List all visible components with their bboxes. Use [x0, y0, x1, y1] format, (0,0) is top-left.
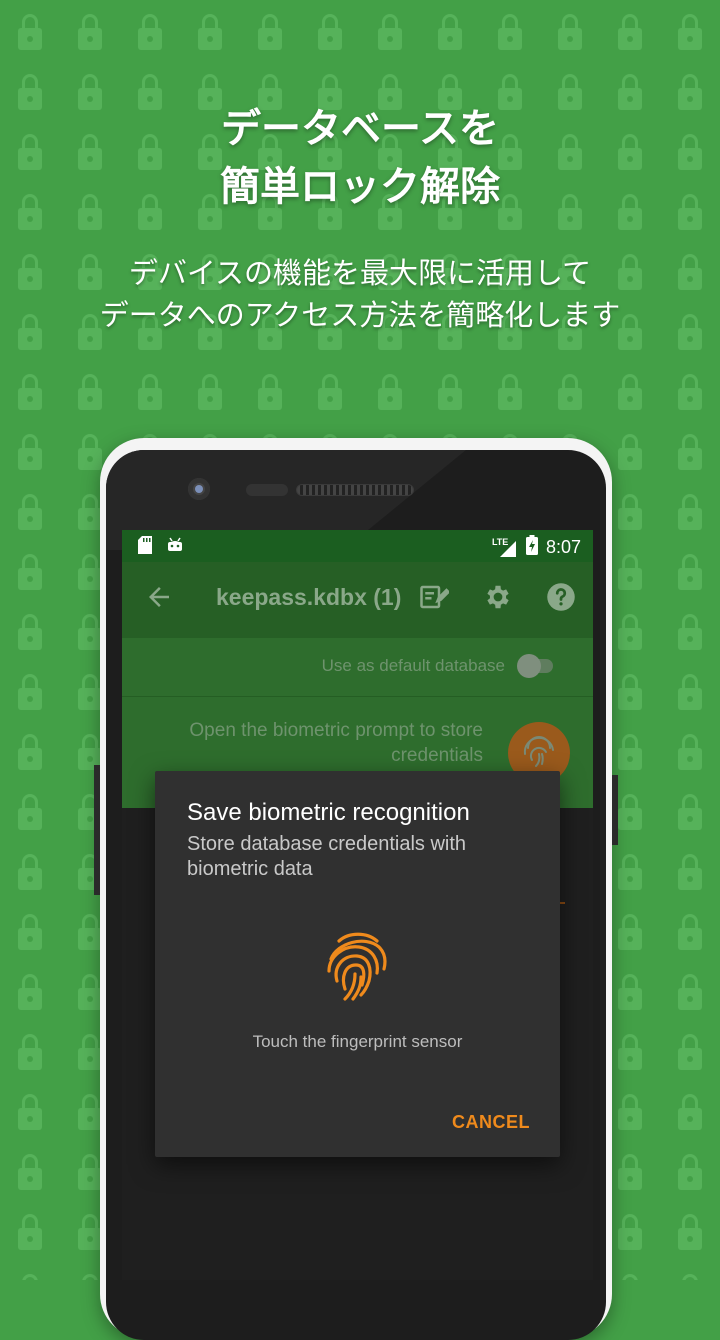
dialog-title: Save biometric recognition: [187, 799, 470, 826]
fingerprint-icon: [325, 929, 389, 1003]
biometric-dialog: Save biometric recognition Store databas…: [155, 771, 560, 1157]
headline-line-2: 簡単ロック解除: [220, 164, 500, 210]
proximity-sensor: [246, 484, 288, 496]
default-database-label: Use as default database: [321, 656, 505, 675]
promo-subtitle: デバイスの機能を最大限に活用して データへのアクセス方法を簡略化します: [0, 252, 720, 336]
phone-volume-button: [94, 765, 100, 895]
toolbar-title: keepass.kdbx (1): [216, 584, 402, 610]
default-database-row[interactable]: Use as default database: [122, 638, 593, 697]
back-arrow-icon[interactable]: [144, 582, 174, 612]
dialog-subtitle: Store database credentials with biometri…: [187, 833, 467, 880]
help-icon[interactable]: [546, 582, 576, 612]
edit-icon[interactable]: [419, 582, 451, 612]
dialog-hint: Touch the fingerprint sensor: [252, 1032, 463, 1051]
phone-power-button: [612, 775, 618, 845]
cancel-button[interactable]: CANCEL: [452, 1112, 530, 1133]
front-camera: [188, 478, 210, 500]
subtitle-line-2: データへのアクセス方法を簡略化します: [99, 298, 621, 332]
promo-headline: データベースを 簡単ロック解除: [0, 100, 720, 216]
clock: 8:07: [545, 537, 581, 557]
headline-line-1: データベースを: [221, 106, 499, 152]
settings-gear-icon[interactable]: [483, 582, 513, 612]
android-icon: [166, 536, 184, 559]
sd-card-icon: [138, 536, 152, 559]
default-database-switch[interactable]: [517, 654, 553, 678]
subtitle-line-1: デバイスの機能を最大限に活用して: [128, 256, 592, 290]
biometric-prompt-label: Open the biometric prompt to store crede…: [189, 720, 483, 766]
earpiece-speaker: [296, 484, 414, 496]
battery-charging-icon: [525, 535, 538, 560]
lte-signal-icon: LTE: [492, 537, 518, 559]
status-bar: LTE 8:07: [122, 530, 593, 562]
app-toolbar: keepass.kdbx (1): [122, 562, 593, 638]
